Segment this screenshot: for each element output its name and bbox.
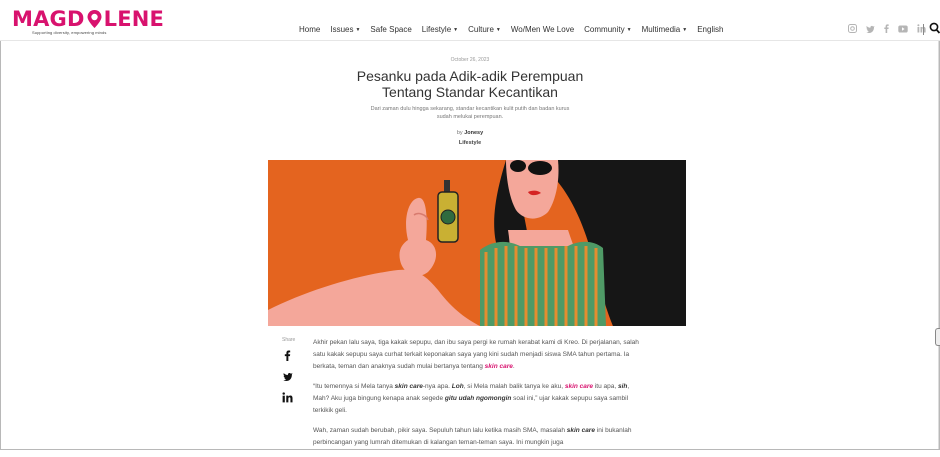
nav-item-english[interactable]: English (697, 25, 723, 34)
logo-text-right: LENE (103, 7, 165, 31)
instagram-icon[interactable] (848, 24, 857, 33)
nav-label: Safe Space (370, 25, 412, 34)
main-nav: Home Issues ▼ Safe Space Lifestyle ▼ Cultu… (299, 25, 733, 34)
paragraph: “Itu temennya si Mela tanya skin care-ny… (313, 381, 643, 417)
side-feedback-tab[interactable] (935, 328, 940, 346)
emphasis-text: Loh (451, 383, 464, 390)
facebook-icon[interactable] (884, 24, 889, 33)
linkedin-icon[interactable] (917, 24, 926, 33)
nav-item-lifestyle[interactable]: Lifestyle ▼ (422, 25, 458, 34)
caret-down-icon: ▼ (495, 27, 501, 33)
twitter-icon[interactable] (866, 25, 875, 33)
article-title-line-2: Tentang Standar Kecantikan (382, 84, 558, 100)
nav-item-safe-space[interactable]: Safe Space (370, 25, 411, 34)
nav-item-multimedia[interactable]: Multimedia ▼ (642, 25, 688, 34)
logo-wordmark: MAGD LENE (12, 8, 164, 30)
emphasis-text: skin care (394, 383, 423, 390)
article-category[interactable]: Lifestyle (0, 140, 940, 146)
nav-item-culture[interactable]: Culture ▼ (468, 25, 501, 34)
youtube-icon[interactable] (898, 25, 908, 33)
text-run: -nya apa. (422, 383, 452, 390)
text-run: “Itu temennya si Mela tanya (313, 383, 395, 390)
caret-down-icon: ▼ (355, 27, 361, 33)
nav-label: Issues (330, 25, 354, 34)
caret-down-icon: ▼ (626, 27, 632, 33)
byline-prefix: by (456, 130, 463, 136)
hero-illustration (268, 160, 686, 326)
text-run: Akhir pekan lalu saya, tiga kakak sepupu… (313, 339, 639, 370)
nav-label: Culture (468, 25, 494, 34)
map-pin-icon (87, 10, 102, 28)
article-byline: by Jonesy (0, 130, 940, 136)
emphasis-text: sih (617, 383, 628, 390)
social-links (848, 24, 926, 33)
article-date: October 26, 2023 (450, 57, 490, 63)
share-linkedin-icon[interactable] (282, 392, 293, 406)
nav-item-home[interactable]: Home (299, 25, 320, 34)
header-divider (923, 24, 924, 35)
nav-item-issues[interactable]: Issues ▼ (330, 25, 360, 34)
paragraph: Akhir pekan lalu saya, tiga kakak sepupu… (313, 337, 643, 373)
share-label: Share (282, 337, 296, 343)
logo-text-left: MAGD (12, 7, 85, 31)
article-title: Pesanku pada Adik-adik Perempuan Tentang… (0, 68, 940, 100)
site-header: MAGD LENE Supporting diversity, empoweri… (0, 0, 940, 41)
article-summary: Dari zaman dulu hingga sekarang, standar… (370, 106, 570, 120)
text-run: itu apa, (593, 383, 618, 390)
nav-label: Lifestyle (421, 25, 452, 34)
keyword-link[interactable]: skin care (565, 383, 593, 390)
author-link[interactable]: Jonesy (464, 130, 483, 136)
paragraph: Wah, zaman sudah berubah, pikir saya. Se… (313, 425, 643, 449)
keyword-link[interactable]: skin care (485, 363, 513, 370)
nav-label: English (697, 25, 724, 34)
article-body: Akhir pekan lalu saya, tiga kakak sepupu… (313, 337, 643, 457)
nav-label: Community (584, 25, 625, 34)
emphasis-text: skin care (566, 427, 595, 434)
nav-label: Multimedia (641, 25, 681, 34)
nav-label: Home (299, 25, 321, 34)
share-twitter-icon[interactable] (283, 372, 293, 384)
caret-down-icon: ▼ (453, 27, 459, 33)
search-icon[interactable] (929, 22, 940, 34)
nav-label: Wo/Men We Love (510, 25, 575, 34)
site-logo[interactable]: MAGD LENE Supporting diversity, empoweri… (12, 8, 164, 35)
share-facebook-icon[interactable] (284, 350, 291, 364)
text-run: . (512, 363, 515, 370)
nav-item-community[interactable]: Community ▼ (584, 25, 631, 34)
text-run: Wah, zaman sudah berubah, pikir saya. Se… (313, 427, 567, 434)
hero-illustration-image (268, 160, 686, 326)
scroll-track (938, 41, 939, 449)
nav-item-wo-men-we-love[interactable]: Wo/Men We Love (511, 25, 574, 34)
article-title-line-1: Pesanku pada Adik-adik Perempuan (356, 68, 584, 84)
text-run: , si Mela malah balik tanya ke aku, (463, 383, 565, 390)
emphasis-text: gitu udah ngomongin (444, 395, 512, 402)
caret-down-icon: ▼ (682, 27, 688, 33)
